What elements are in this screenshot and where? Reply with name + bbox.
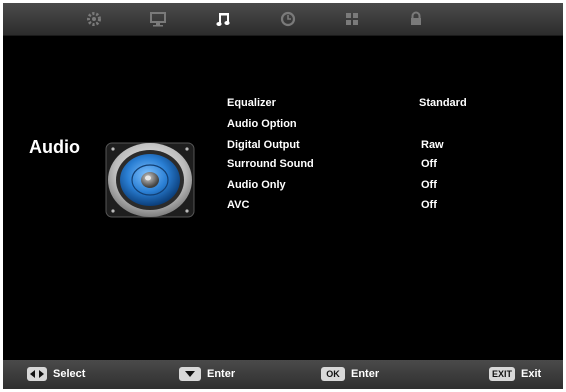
top-tab-bar bbox=[3, 3, 563, 36]
exit-hint-label: Exit bbox=[521, 368, 542, 380]
select-hint-label: Select bbox=[53, 368, 86, 380]
select-hint: Select bbox=[27, 367, 85, 381]
equalizer-value: Standard bbox=[419, 97, 467, 109]
ok-hint: OK Enter bbox=[321, 367, 379, 381]
bottom-hint-bar: Select Enter OK Enter EXIT Exit bbox=[3, 360, 563, 389]
music-note-icon bbox=[214, 10, 232, 28]
menu-item-digital-output[interactable]: Digital Output bbox=[227, 139, 300, 151]
tab-lock[interactable] bbox=[404, 8, 428, 30]
down-arrow-icon bbox=[179, 367, 201, 381]
digital-output-value: Raw bbox=[421, 139, 444, 151]
enter-arrow-hint: Enter bbox=[179, 367, 235, 381]
section-title: Audio bbox=[29, 137, 80, 157]
ok-hint-label: Enter bbox=[351, 368, 380, 380]
lock-icon bbox=[407, 10, 425, 28]
exit-key: EXIT bbox=[489, 367, 515, 381]
menu-item-equalizer[interactable]: Equalizer bbox=[227, 97, 276, 109]
menu-item-audio-only[interactable]: Audio Only bbox=[227, 179, 286, 191]
monitor-icon bbox=[149, 11, 167, 27]
menu-item-avc[interactable]: AVC bbox=[227, 199, 249, 211]
menu-item-audio-option[interactable]: Audio Option bbox=[227, 118, 297, 130]
avc-value: Off bbox=[421, 199, 437, 211]
speaker-icon bbox=[103, 140, 197, 220]
grid-icon bbox=[343, 10, 361, 28]
clock-icon bbox=[279, 10, 297, 28]
tab-settings[interactable] bbox=[82, 8, 106, 30]
ok-key: OK bbox=[321, 367, 345, 381]
gear-icon bbox=[85, 10, 103, 28]
left-right-arrows-icon bbox=[27, 367, 47, 381]
tab-options[interactable] bbox=[340, 8, 364, 30]
audio-only-value: Off bbox=[421, 179, 437, 191]
tab-time[interactable] bbox=[276, 8, 300, 30]
surround-sound-value: Off bbox=[421, 158, 437, 170]
tab-picture[interactable] bbox=[146, 8, 170, 30]
tab-audio[interactable] bbox=[211, 8, 235, 30]
exit-hint: EXIT Exit bbox=[489, 367, 541, 381]
audio-menu-panel: Audio Equalizer Standard Audio Option Di… bbox=[3, 36, 563, 360]
tv-menu-screen: Audio Equalizer Standard Audio Option Di… bbox=[3, 3, 563, 389]
menu-item-surround-sound[interactable]: Surround Sound bbox=[227, 158, 314, 170]
enter-arrow-hint-label: Enter bbox=[207, 368, 236, 380]
